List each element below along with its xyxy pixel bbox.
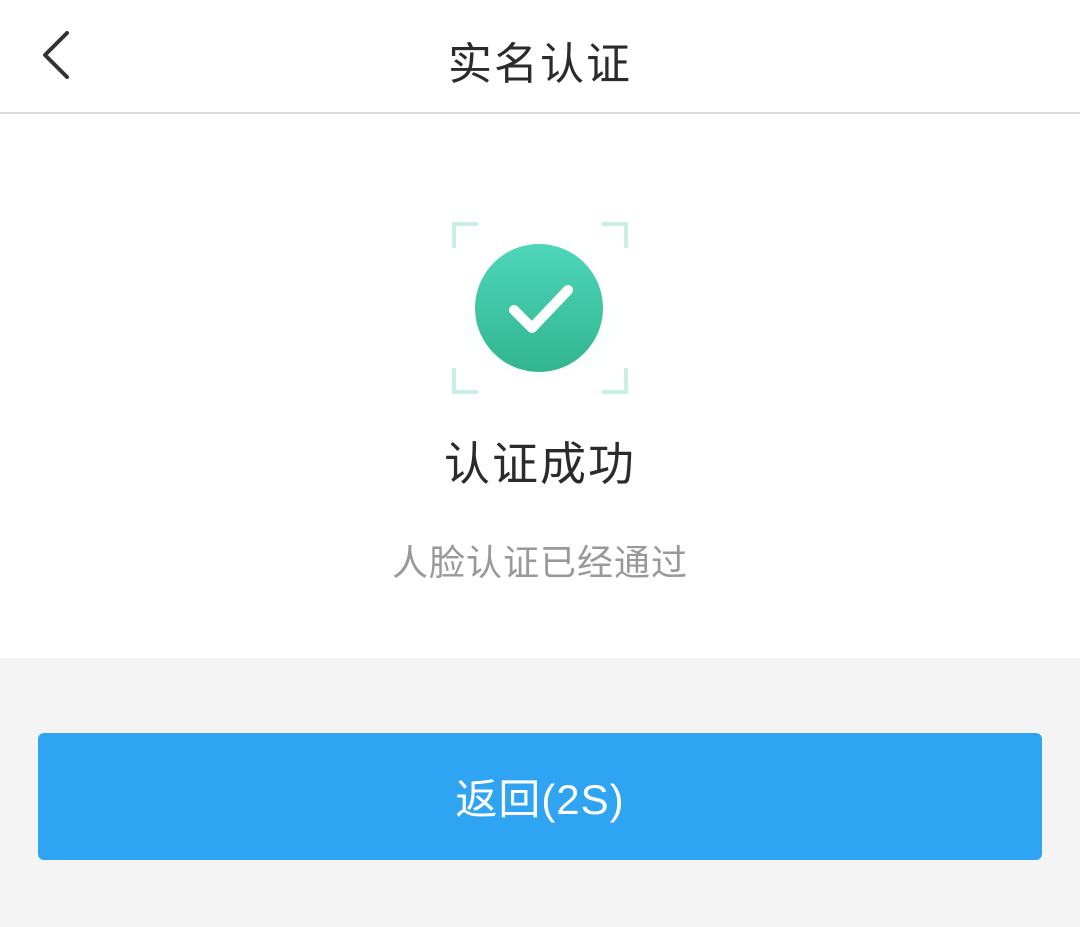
result-title: 认证成功 — [444, 437, 636, 491]
result-description: 人脸认证已经通过 — [391, 543, 688, 584]
return-button-label: 返回(2S) — [455, 776, 625, 823]
result-panel: 认证成功 人脸认证已经通过 — [0, 114, 1080, 658]
page-title: 实名认证 — [448, 39, 632, 90]
nav-bar: 实名认证 — [0, 0, 1080, 114]
check-circle-icon — [450, 218, 630, 398]
return-button[interactable]: 返回(2S) — [38, 733, 1042, 860]
